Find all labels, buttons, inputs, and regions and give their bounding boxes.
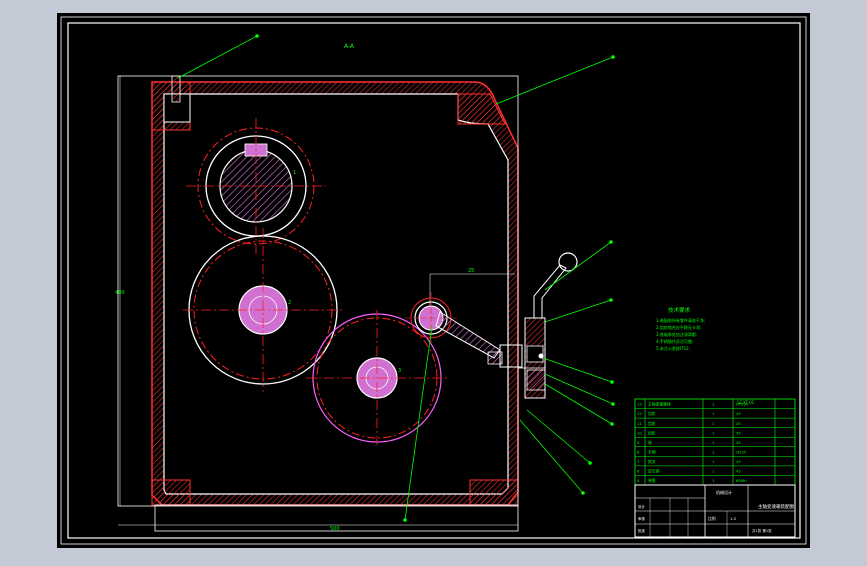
sign-design: 设计 xyxy=(638,504,646,509)
drawing-title: 主轴变速箱装配图 xyxy=(758,503,794,510)
tech-line-2: 2.齿轮啮合应平稳无卡滞; xyxy=(656,324,701,330)
parts-cell-name: 齿轮 xyxy=(648,430,656,435)
sign-review: 审核 xyxy=(638,516,646,521)
drawing-canvas: A-A 500 480 25 1 2 3 技术要求 1.装配前所有零件清洗干净;… xyxy=(57,13,810,548)
parts-cell-no: 11 xyxy=(637,421,642,426)
company-name: 机械设计 xyxy=(716,489,732,495)
sheet-label: 共1张 第1张 xyxy=(752,528,772,533)
dimension-small: 25 xyxy=(468,268,474,274)
gear-label-1: 1 xyxy=(293,170,296,176)
parts-cell-name: 拨叉 xyxy=(648,459,656,464)
top-bolt xyxy=(171,75,181,103)
cad-viewport[interactable]: A-A 500 480 25 1 2 3 技术要求 1.装配前所有零件清洗干净;… xyxy=(0,0,867,562)
scale-label: 比例 xyxy=(708,516,716,521)
parts-cell-name: 齿轮 xyxy=(648,421,656,426)
parts-cell-material: 45 xyxy=(736,469,741,474)
parts-cell-name: 轴 xyxy=(648,440,652,445)
parts-cell-name: 定位销 xyxy=(648,469,660,474)
parts-cell-material: 65Mn xyxy=(736,478,747,483)
parts-cell-material: 45 xyxy=(736,411,741,416)
parts-cell-no: 12 xyxy=(637,411,642,416)
tech-line-5: 5.未注公差按IT12; xyxy=(656,345,690,351)
gear-label-2: 2 xyxy=(288,300,291,306)
dimension-height: 480 xyxy=(115,290,125,296)
parts-cell-name: 齿轮 xyxy=(648,411,656,416)
section-label: A-A xyxy=(344,43,355,50)
tech-line-4: 4.手柄操作灵活可靠; xyxy=(656,338,693,344)
parts-cell-material: Q235 xyxy=(736,449,747,454)
parts-cell-name: 手柄 xyxy=(648,449,656,454)
scale-value: 1:2 xyxy=(730,516,737,521)
tech-line-1: 1.装配前所有零件清洗干净; xyxy=(656,317,705,323)
gear-label-3: 3 xyxy=(398,368,401,374)
sign-approve: 批准 xyxy=(638,528,646,533)
tech-title: 技术要求 xyxy=(668,306,691,314)
parts-cell-material: 45 xyxy=(736,440,741,445)
parts-cell-no: 13 xyxy=(637,402,642,407)
parts-cell-material: 45 xyxy=(736,459,741,464)
parts-cell-no: 10 xyxy=(637,430,642,435)
dimension-width: 500 xyxy=(330,526,340,532)
parts-cell-material: 45 xyxy=(736,421,741,426)
parts-cell-name: 弹簧 xyxy=(648,478,656,483)
part-code: GCXT-01 xyxy=(737,400,755,405)
tech-line-3: 3.各轴承处加注润滑脂; xyxy=(656,331,697,337)
parts-cell-material: 45 xyxy=(736,430,741,435)
parts-cell-name: 主轴变速箱体 xyxy=(648,402,671,407)
